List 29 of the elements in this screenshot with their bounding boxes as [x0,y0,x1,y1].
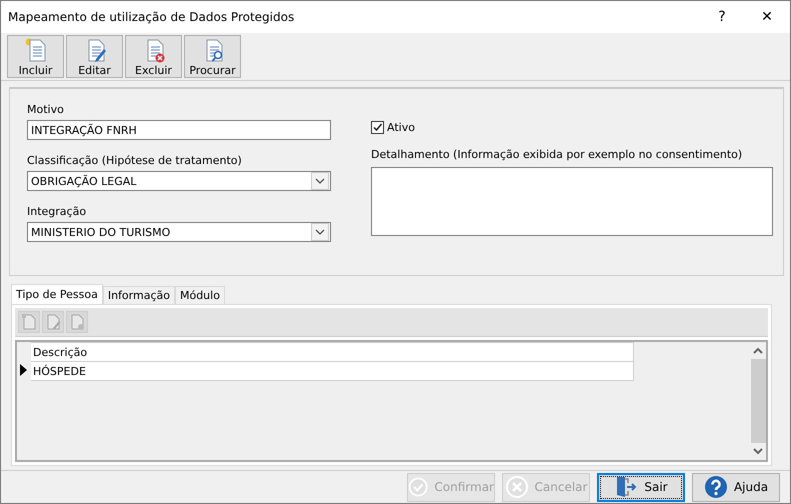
field-label: Detalhamento (Informação exibida por exemplo no consentimento) [371,148,744,161]
integration-dropdown[interactable]: MINISTERIO DO TURISMO [27,222,331,242]
toolbar-button[interactable]: Editar [66,35,123,78]
toolbar-button[interactable]: Incluir [7,35,64,78]
scroll-up-icon[interactable] [752,346,764,356]
tab[interactable]: Módulo [174,286,225,304]
checkbox-label: Ativo [387,121,415,134]
checkmark-icon [408,475,428,499]
classification-dropdown[interactable]: OBRIGAÇÃO LEGAL [27,171,331,191]
footer-button[interactable]: Ajuda [692,472,780,502]
field-label: Motivo [27,103,65,116]
toolbar-button[interactable]: Excluir [125,35,182,78]
reason-field[interactable]: INTEGRAÇÃO FNRH [27,120,331,140]
active-checkbox[interactable] [371,121,384,134]
new-document-icon [24,36,48,62]
field-label: Integração [27,205,88,218]
details-text-area[interactable] [371,167,773,236]
column-header[interactable]: Descrição [30,342,634,362]
footer-button[interactable]: Sair [597,472,685,502]
tab[interactable]: Tipo de Pessoa [11,284,103,304]
tab[interactable]: Informação [102,286,175,304]
table-cell: HÓSPEDE [30,362,634,380]
field-label: Classificação (Hipótese de tratamento) [27,154,243,167]
window-title: Mapeamento de utilização de Dados Protegidos [8,10,296,24]
cancel-icon [504,475,529,499]
exit-door-icon [614,475,638,499]
toolbar-button[interactable]: Procurar [184,35,241,78]
scroll-down-icon[interactable] [752,446,764,456]
help-icon [704,475,728,499]
